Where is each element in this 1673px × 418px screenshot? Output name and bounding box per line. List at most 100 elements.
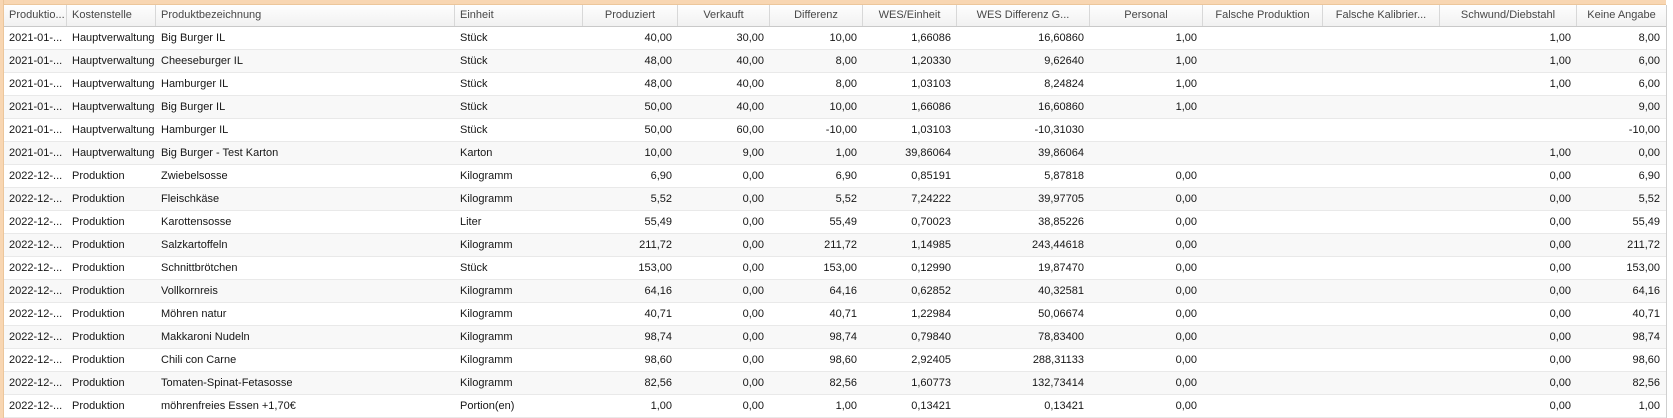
cell-falsche_produktion[interactable] [1203,188,1323,210]
column-header-keine_angabe[interactable]: Keine Angabe [1577,5,1666,26]
cell-falsche_produktion[interactable] [1203,349,1323,371]
cell-wes_einheit[interactable]: 1,03103 [863,119,957,141]
cell-kostenstelle[interactable]: Produktion [67,395,156,417]
cell-keine_angabe[interactable]: 211,72 [1577,234,1666,256]
cell-personal[interactable]: 0,00 [1090,165,1203,187]
cell-einheit[interactable]: Kilogramm [455,303,583,325]
cell-keine_angabe[interactable]: 6,00 [1577,50,1666,72]
cell-personal[interactable]: 1,00 [1090,27,1203,49]
cell-produziert[interactable]: 64,16 [583,280,678,302]
cell-falsche_produktion[interactable] [1203,372,1323,394]
column-header-verkauft[interactable]: Verkauft [678,5,770,26]
cell-produktbezeichnung[interactable]: Big Burger IL [156,96,455,118]
cell-falsche_kalibrierung[interactable] [1323,211,1440,233]
cell-wes_differenz[interactable]: 78,83400 [957,326,1090,348]
table-row[interactable]: 2021-01-...HauptverwaltungBig Burger ILS… [4,27,1666,50]
cell-falsche_kalibrierung[interactable] [1323,27,1440,49]
cell-schwund_diebstahl[interactable]: 0,00 [1440,395,1577,417]
cell-falsche_kalibrierung[interactable] [1323,257,1440,279]
column-header-wes_differenz[interactable]: WES Differenz G... [957,5,1090,26]
cell-falsche_produktion[interactable] [1203,27,1323,49]
cell-einheit[interactable]: Kilogramm [455,188,583,210]
cell-differenz[interactable]: 10,00 [770,27,863,49]
cell-falsche_produktion[interactable] [1203,234,1323,256]
column-header-produktionsdatum[interactable]: Produktio... [4,5,67,26]
cell-einheit[interactable]: Kilogramm [455,234,583,256]
cell-verkauft[interactable]: 0,00 [678,349,770,371]
cell-schwund_diebstahl[interactable]: 0,00 [1440,303,1577,325]
cell-schwund_diebstahl[interactable]: 0,00 [1440,211,1577,233]
cell-produziert[interactable]: 50,00 [583,119,678,141]
cell-schwund_diebstahl[interactable]: 1,00 [1440,50,1577,72]
table-row[interactable]: 2022-12-...ProduktionSchnittbrötchenStüc… [4,257,1666,280]
cell-produktbezeichnung[interactable]: Hamburger IL [156,73,455,95]
cell-keine_angabe[interactable]: 153,00 [1577,257,1666,279]
cell-wes_differenz[interactable]: 5,87818 [957,165,1090,187]
cell-verkauft[interactable]: 9,00 [678,142,770,164]
cell-kostenstelle[interactable]: Produktion [67,372,156,394]
cell-keine_angabe[interactable]: 8,00 [1577,27,1666,49]
cell-wes_einheit[interactable]: 1,14985 [863,234,957,256]
cell-wes_differenz[interactable]: 39,97705 [957,188,1090,210]
cell-personal[interactable]: 0,00 [1090,211,1203,233]
cell-produziert[interactable]: 1,00 [583,395,678,417]
cell-falsche_kalibrierung[interactable] [1323,303,1440,325]
column-header-produziert[interactable]: Produziert [583,5,678,26]
cell-einheit[interactable]: Kilogramm [455,280,583,302]
cell-falsche_produktion[interactable] [1203,395,1323,417]
table-row[interactable]: 2022-12-...ProduktionChili con CarneKilo… [4,349,1666,372]
cell-personal[interactable]: 1,00 [1090,50,1203,72]
cell-wes_einheit[interactable]: 1,03103 [863,73,957,95]
cell-wes_einheit[interactable]: 0,62852 [863,280,957,302]
cell-produktbezeichnung[interactable]: Big Burger IL [156,27,455,49]
cell-falsche_produktion[interactable] [1203,257,1323,279]
cell-wes_differenz[interactable]: 8,24824 [957,73,1090,95]
cell-kostenstelle[interactable]: Hauptverwaltung [67,27,156,49]
cell-wes_differenz[interactable]: 19,87470 [957,257,1090,279]
cell-falsche_produktion[interactable] [1203,165,1323,187]
cell-produktionsdatum[interactable]: 2021-01-... [4,27,67,49]
cell-kostenstelle[interactable]: Hauptverwaltung [67,73,156,95]
cell-einheit[interactable]: Karton [455,142,583,164]
cell-falsche_kalibrierung[interactable] [1323,326,1440,348]
cell-produziert[interactable]: 5,52 [583,188,678,210]
cell-keine_angabe[interactable]: -10,00 [1577,119,1666,141]
cell-falsche_kalibrierung[interactable] [1323,50,1440,72]
cell-wes_einheit[interactable]: 2,92405 [863,349,957,371]
cell-falsche_produktion[interactable] [1203,280,1323,302]
cell-differenz[interactable]: 64,16 [770,280,863,302]
cell-verkauft[interactable]: 0,00 [678,211,770,233]
cell-einheit[interactable]: Stück [455,27,583,49]
column-header-produktbezeichnung[interactable]: Produktbezeichnung [156,5,455,26]
cell-einheit[interactable]: Stück [455,119,583,141]
cell-falsche_kalibrierung[interactable] [1323,395,1440,417]
cell-einheit[interactable]: Kilogramm [455,349,583,371]
table-row[interactable]: 2021-01-...HauptverwaltungHamburger ILSt… [4,119,1666,142]
cell-wes_einheit[interactable]: 0,12990 [863,257,957,279]
cell-personal[interactable]: 1,00 [1090,73,1203,95]
cell-einheit[interactable]: Kilogramm [455,326,583,348]
cell-kostenstelle[interactable]: Produktion [67,326,156,348]
column-header-schwund_diebstahl[interactable]: Schwund/Diebstahl [1440,5,1577,26]
cell-keine_angabe[interactable]: 98,60 [1577,349,1666,371]
cell-wes_einheit[interactable]: 0,79840 [863,326,957,348]
cell-falsche_kalibrierung[interactable] [1323,96,1440,118]
cell-produktionsdatum[interactable]: 2022-12-... [4,165,67,187]
cell-personal[interactable]: 0,00 [1090,349,1203,371]
cell-differenz[interactable]: 98,74 [770,326,863,348]
cell-personal[interactable]: 0,00 [1090,326,1203,348]
cell-personal[interactable] [1090,142,1203,164]
cell-schwund_diebstahl[interactable] [1440,119,1577,141]
cell-differenz[interactable]: 1,00 [770,395,863,417]
cell-differenz[interactable]: 10,00 [770,96,863,118]
column-header-personal[interactable]: Personal [1090,5,1203,26]
cell-falsche_produktion[interactable] [1203,142,1323,164]
cell-personal[interactable] [1090,119,1203,141]
cell-verkauft[interactable]: 40,00 [678,50,770,72]
cell-schwund_diebstahl[interactable]: 0,00 [1440,188,1577,210]
cell-differenz[interactable]: 82,56 [770,372,863,394]
cell-wes_differenz[interactable]: 38,85226 [957,211,1090,233]
cell-kostenstelle[interactable]: Hauptverwaltung [67,119,156,141]
cell-wes_einheit[interactable]: 1,66086 [863,27,957,49]
cell-produktionsdatum[interactable]: 2022-12-... [4,257,67,279]
